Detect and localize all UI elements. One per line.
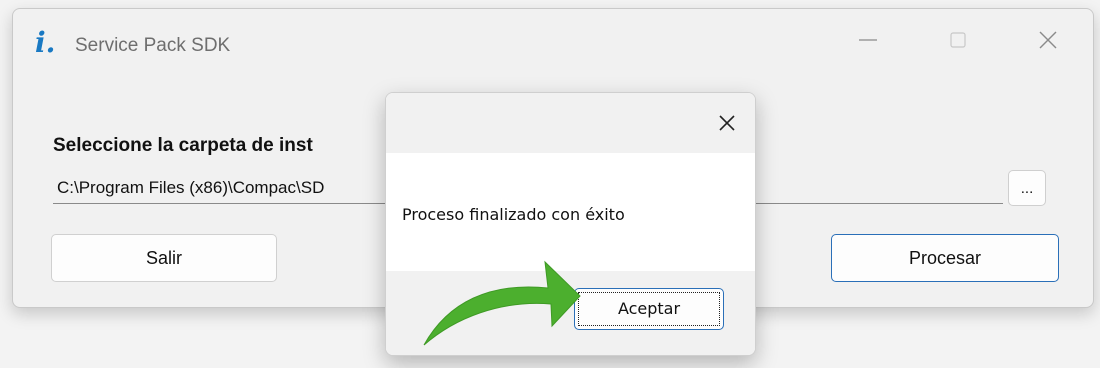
aceptar-label: Aceptar <box>578 292 720 326</box>
dialog-title-bar <box>386 93 755 153</box>
dialog-message: Proceso finalizado con éxito <box>402 205 625 224</box>
dialog-body: Proceso finalizado con éxito <box>386 153 755 271</box>
close-icon <box>1039 31 1057 49</box>
salir-button[interactable]: Salir <box>51 234 277 282</box>
minimize-icon <box>859 39 877 41</box>
close-icon <box>719 115 735 131</box>
app-info-icon: i. <box>35 26 56 59</box>
screen: i. Service Pack SDK Seleccione la carpet… <box>0 0 1100 368</box>
aceptar-button[interactable]: Aceptar <box>574 288 724 330</box>
procesar-button[interactable]: Procesar <box>831 234 1059 282</box>
minimize-button[interactable] <box>848 25 888 55</box>
maximize-button[interactable] <box>938 25 978 55</box>
dialog-close-button[interactable] <box>709 105 745 141</box>
browse-button[interactable]: ... <box>1008 170 1046 206</box>
maximize-icon <box>950 32 966 48</box>
window-title: Service Pack SDK <box>75 35 231 56</box>
title-bar: i. Service Pack SDK <box>13 9 1093 73</box>
close-window-button[interactable] <box>1028 25 1068 55</box>
message-dialog: Proceso finalizado con éxito Aceptar <box>385 92 756 356</box>
folder-selection-label: Seleccione la carpeta de inst <box>53 135 313 156</box>
dialog-footer: Aceptar <box>386 271 755 355</box>
